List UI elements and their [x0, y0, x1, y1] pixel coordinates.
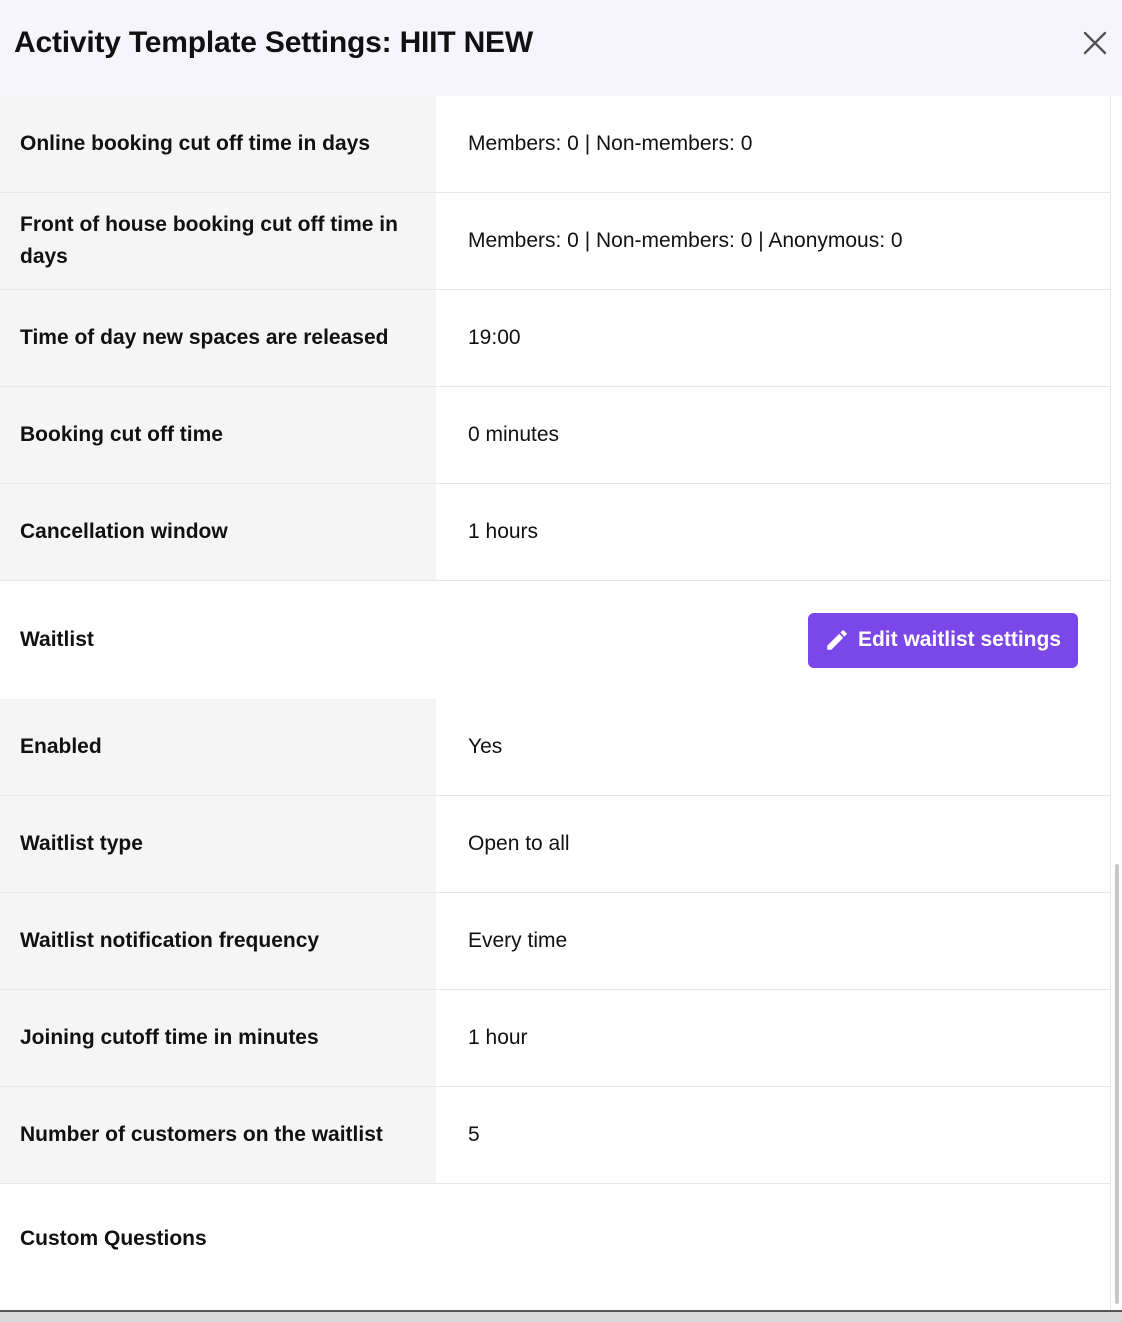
custom-questions-section-title: Custom Questions	[20, 1227, 207, 1250]
modal-header: Activity Template Settings: HIIT NEW	[0, 0, 1122, 96]
waitlist-section-header: Waitlist Edit waitlist settings	[0, 581, 1110, 699]
setting-value: 1 hours	[436, 484, 1110, 580]
modal-scrollbar[interactable]	[1110, 96, 1122, 1310]
setting-value: Open to all	[436, 796, 1110, 892]
waitlist-section-title: Waitlist	[20, 628, 94, 651]
setting-label: Waitlist notification frequency	[0, 893, 436, 989]
close-icon	[1083, 31, 1107, 55]
setting-row-waitlist-type: Waitlist type Open to all	[0, 796, 1110, 893]
setting-value: 1 hour	[436, 990, 1110, 1086]
setting-label: Time of day new spaces are released	[0, 290, 436, 386]
setting-label: Online booking cut off time in days	[0, 96, 436, 192]
setting-row-waitlist-enabled: Enabled Yes	[0, 699, 1110, 796]
setting-value: Every time	[436, 893, 1110, 989]
setting-label: Cancellation window	[0, 484, 436, 580]
setting-value: 5	[436, 1087, 1110, 1183]
setting-row-waitlist-notification-frequency: Waitlist notification frequency Every ti…	[0, 893, 1110, 990]
setting-row-waitlist-customer-count: Number of customers on the waitlist 5	[0, 1087, 1110, 1184]
setting-label: Front of house booking cut off time in d…	[0, 193, 436, 289]
setting-row-online-booking-cutoff: Online booking cut off time in days Memb…	[0, 96, 1110, 193]
setting-label: Waitlist type	[0, 796, 436, 892]
edit-waitlist-settings-button[interactable]: Edit waitlist settings	[807, 612, 1078, 668]
modal-title: Activity Template Settings: HIIT NEW	[14, 26, 533, 59]
setting-row-spaces-release-time: Time of day new spaces are released 19:0…	[0, 290, 1110, 387]
setting-label: Booking cut off time	[0, 387, 436, 483]
setting-value: 0 minutes	[436, 387, 1110, 483]
activity-template-settings-modal: Activity Template Settings: HIIT NEW Onl…	[0, 0, 1122, 1310]
scrollbar-thumb[interactable]	[1115, 864, 1119, 1304]
settings-body: Online booking cut off time in days Memb…	[0, 96, 1110, 1294]
edit-waitlist-settings-label: Edit waitlist settings	[857, 628, 1061, 651]
setting-row-cancellation-window: Cancellation window 1 hours	[0, 484, 1110, 581]
pencil-icon	[824, 627, 850, 653]
close-button[interactable]	[1078, 26, 1112, 60]
setting-row-booking-cutoff-time: Booking cut off time 0 minutes	[0, 387, 1110, 484]
setting-label: Number of customers on the waitlist	[0, 1087, 436, 1183]
setting-row-front-of-house-cutoff: Front of house booking cut off time in d…	[0, 193, 1110, 290]
setting-value: Members: 0 | Non-members: 0	[436, 96, 1110, 192]
setting-value: 19:00	[436, 290, 1110, 386]
setting-row-joining-cutoff-time: Joining cutoff time in minutes 1 hour	[0, 990, 1110, 1087]
setting-value: Yes	[436, 699, 1110, 795]
setting-label: Enabled	[0, 699, 436, 795]
custom-questions-section-header: Custom Questions	[0, 1184, 1110, 1294]
setting-value: Members: 0 | Non-members: 0 | Anonymous:…	[436, 193, 1110, 289]
setting-label: Joining cutoff time in minutes	[0, 990, 436, 1086]
background-page-strip	[0, 1310, 1122, 1322]
